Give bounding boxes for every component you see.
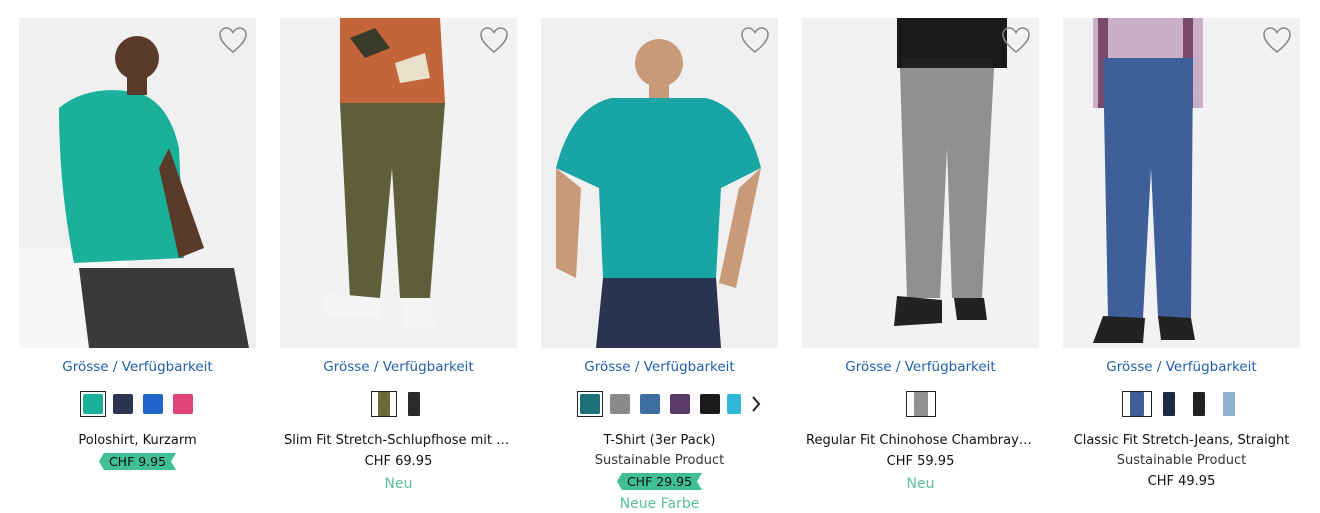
- product-photo-cargo-pants: [280, 18, 517, 348]
- wishlist-heart-icon[interactable]: [479, 26, 509, 54]
- sustainable-label: Sustainable Product: [1116, 453, 1247, 468]
- wishlist-heart-icon[interactable]: [1262, 26, 1292, 54]
- color-swatches: [541, 391, 778, 421]
- color-swatch[interactable]: [667, 391, 693, 417]
- color-swatch[interactable]: [577, 391, 603, 417]
- color-swatch[interactable]: [370, 391, 397, 417]
- product-card[interactable]: Grösse / Verfügbarkeit Slim Fit Stretch-…: [280, 18, 517, 513]
- product-title[interactable]: Classic Fit Stretch-Jeans, Straight: [1063, 433, 1300, 448]
- color-swatches: [19, 391, 256, 421]
- new-color-badge: Neue Farbe: [619, 496, 700, 512]
- product-image[interactable]: [280, 18, 517, 348]
- product-photo-chinos: [802, 18, 1039, 348]
- color-swatch[interactable]: [727, 391, 741, 417]
- sustainable-label: Sustainable Product: [594, 453, 725, 468]
- product-photo-polo: [19, 18, 256, 348]
- product-title[interactable]: Slim Fit Stretch-Schlupfhose mit C...: [280, 433, 517, 448]
- wishlist-heart-icon[interactable]: [218, 26, 248, 54]
- color-swatch[interactable]: [1216, 391, 1242, 417]
- product-image[interactable]: [802, 18, 1039, 348]
- product-card[interactable]: Grösse / Verfügbarkeit T-Shirt (3er Pack…: [541, 18, 778, 513]
- product-title[interactable]: T-Shirt (3er Pack): [541, 433, 778, 448]
- product-title[interactable]: Poloshirt, Kurzarm: [19, 433, 256, 448]
- product-card[interactable]: Grösse / Verfügbarkeit Regular Fit Chino…: [802, 18, 1039, 513]
- color-swatches: [802, 391, 1039, 421]
- price: CHF 69.95: [364, 454, 433, 469]
- wishlist-heart-icon[interactable]: [1001, 26, 1031, 54]
- color-swatch[interactable]: [401, 391, 427, 417]
- color-swatch[interactable]: [607, 391, 633, 417]
- color-swatch[interactable]: [1156, 391, 1182, 417]
- new-badge: Neu: [384, 476, 413, 492]
- product-image[interactable]: [19, 18, 256, 348]
- color-swatch[interactable]: [110, 391, 136, 417]
- size-availability-link[interactable]: Grösse / Verfügbarkeit: [802, 359, 1039, 375]
- product-card[interactable]: Grösse / Verfügbarkeit Classic Fit Stret…: [1063, 18, 1300, 513]
- product-card[interactable]: Grösse / Verfügbarkeit Poloshirt, Kurzar…: [19, 18, 256, 513]
- wishlist-heart-icon[interactable]: [740, 26, 770, 54]
- product-photo-tshirt: [541, 18, 778, 348]
- color-swatch[interactable]: [79, 391, 106, 417]
- new-badge: Neu: [906, 476, 935, 492]
- chevron-right-icon[interactable]: [745, 391, 767, 417]
- color-swatch[interactable]: [140, 391, 166, 417]
- price-tag: CHF 9.95: [19, 453, 256, 470]
- color-swatch[interactable]: [905, 391, 936, 417]
- color-swatch[interactable]: [1186, 391, 1212, 417]
- color-swatch[interactable]: [170, 391, 196, 417]
- product-photo-jeans: [1063, 18, 1300, 348]
- size-availability-link[interactable]: Grösse / Verfügbarkeit: [19, 359, 256, 375]
- color-swatches: [1063, 391, 1300, 421]
- product-image[interactable]: [541, 18, 778, 348]
- size-availability-link[interactable]: Grösse / Verfügbarkeit: [280, 359, 517, 375]
- sale-price: CHF 29.95: [617, 473, 702, 490]
- price: CHF 49.95: [1147, 474, 1216, 489]
- color-swatch[interactable]: [697, 391, 723, 417]
- size-availability-link[interactable]: Grösse / Verfügbarkeit: [1063, 359, 1300, 375]
- price: CHF 59.95: [886, 454, 955, 469]
- product-title[interactable]: Regular Fit Chinohose Chambray m...: [802, 433, 1039, 448]
- color-swatch[interactable]: [1121, 391, 1152, 417]
- price-tag: CHF 29.95: [541, 473, 778, 490]
- color-swatch[interactable]: [637, 391, 663, 417]
- color-swatches: [280, 391, 517, 421]
- product-image[interactable]: [1063, 18, 1300, 348]
- sale-price: CHF 9.95: [99, 453, 176, 470]
- size-availability-link[interactable]: Grösse / Verfügbarkeit: [541, 359, 778, 375]
